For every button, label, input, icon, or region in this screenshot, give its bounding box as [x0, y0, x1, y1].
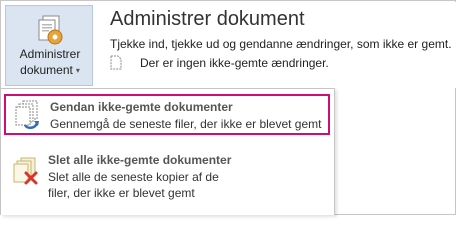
delete-documents-icon [11, 156, 43, 188]
delete-all-unsaved-documents-item[interactable]: Slet alle ikke-gemte dokumenter Slet all… [4, 150, 330, 208]
menu-item-description: Gennemgå de seneste filer, der ikke er b… [50, 117, 322, 131]
manage-button-label-line1: Administrer [19, 47, 81, 61]
backstage-panel: Administrer dokument ▾ Administrer dokume… [0, 0, 456, 215]
manage-button-label-line2: dokument ▾ [6, 63, 94, 77]
status-text: Der er ingen ikke-gemte ændringer. [140, 56, 329, 70]
menu-item-title: Slet alle ikke-gemte dokumenter [48, 153, 232, 167]
menu-item-description: Slet alle de seneste kopier af de filer,… [48, 170, 219, 200]
recover-unsaved-documents-item[interactable]: Gendan ikke-gemte dokumenter Gennemgå de… [4, 94, 330, 135]
manage-document-menu: Gendan ikke-gemte dokumenter Gennemgå de… [1, 88, 335, 215]
manage-document-icon [34, 14, 66, 46]
section-title: Administrer dokument [110, 8, 305, 30]
chevron-down-icon: ▾ [75, 66, 80, 75]
recover-documents-icon [13, 99, 45, 131]
manage-button-label-text: dokument [20, 63, 73, 77]
manage-document-section: Administrer dokument ▾ Administrer dokume… [2, 2, 456, 88]
section-description: Tjekke ind, tjekke ud og gendanne ændrin… [110, 37, 452, 51]
document-icon [110, 55, 122, 70]
menu-item-title: Gendan ikke-gemte dokumenter [50, 100, 233, 114]
manage-document-button[interactable]: Administrer dokument ▾ [5, 5, 93, 86]
